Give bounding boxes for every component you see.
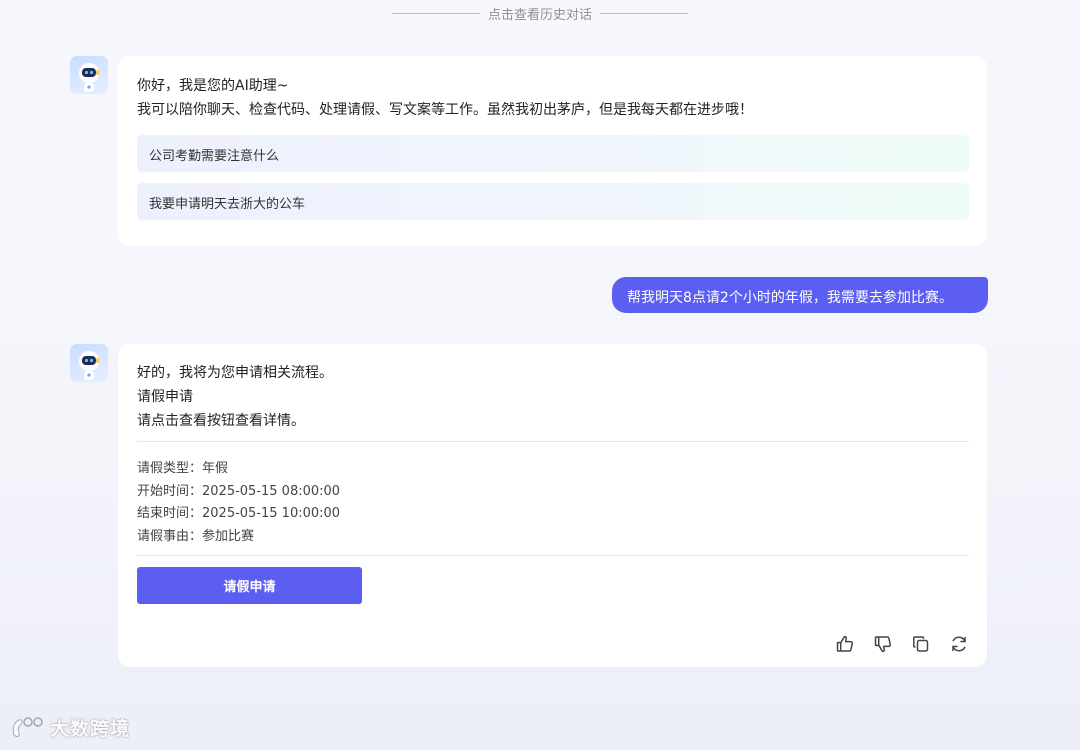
leave-reason: 请假事由：参加比赛	[137, 529, 255, 544]
greeting-line: 你好，我是您的AI助理~	[137, 78, 289, 94]
bot-reply-card: 好的，我将为您申请相关流程。 请假申请 请点击查看按钮查看详情。 请假类型：年假…	[118, 344, 987, 667]
divider	[137, 441, 969, 442]
leave-type: 请假类型：年假	[137, 461, 229, 476]
copy-icon[interactable]	[911, 634, 931, 654]
refresh-icon[interactable]	[949, 634, 969, 654]
history-link[interactable]: 点击查看历史对话	[486, 4, 594, 23]
reply-title: 请假申请	[137, 389, 193, 405]
thumbs-down-icon[interactable]	[873, 634, 893, 654]
watermark-text: 大数跨境	[50, 718, 131, 740]
greeting-description: 我可以陪你聊天、检查代码、处理请假、写文案等工作。虽然我初出茅庐，但是我每天都在…	[137, 102, 753, 118]
end-time: 结束时间：2025-05-15 10:00:00	[137, 506, 341, 521]
suggestion-car-request[interactable]: 我要申请明天去浙大的公车	[137, 183, 969, 220]
suggestion-label: 我要申请明天去浙大的公车	[149, 197, 306, 212]
message-actions	[835, 634, 969, 654]
suggestion-label: 公司考勤需要注意什么	[149, 149, 280, 164]
bot-avatar	[70, 344, 108, 382]
start-time: 开始时间：2025-05-15 08:00:00	[137, 484, 341, 499]
history-divider: 点击查看历史对话	[0, 4, 1080, 23]
watermark-logo-icon	[12, 716, 43, 737]
reply-line: 好的，我将为您申请相关流程。	[137, 365, 333, 381]
bot-greeting-card: 你好，我是您的AI助理~ 我可以陪你聊天、检查代码、处理请假、写文案等工作。虽然…	[118, 56, 987, 246]
thumbs-up-icon[interactable]	[835, 634, 855, 654]
divider-line-right	[600, 13, 688, 14]
leave-application-button[interactable]: 请假申请	[137, 567, 362, 604]
user-message-bubble: 帮我明天8点请2个小时的年假，我需要去参加比赛。	[612, 277, 988, 313]
robot-icon	[79, 351, 99, 380]
divider-line-left	[391, 13, 480, 14]
suggestion-attendance[interactable]: 公司考勤需要注意什么	[137, 135, 969, 172]
watermark: 大数跨境	[10, 714, 130, 741]
robot-icon	[79, 63, 99, 92]
divider	[137, 555, 969, 556]
reply-instruction: 请点击查看按钮查看详情。	[137, 413, 305, 429]
user-message-text: 帮我明天8点请2个小时的年假，我需要去参加比赛。	[627, 290, 953, 306]
bot-avatar	[70, 56, 108, 94]
